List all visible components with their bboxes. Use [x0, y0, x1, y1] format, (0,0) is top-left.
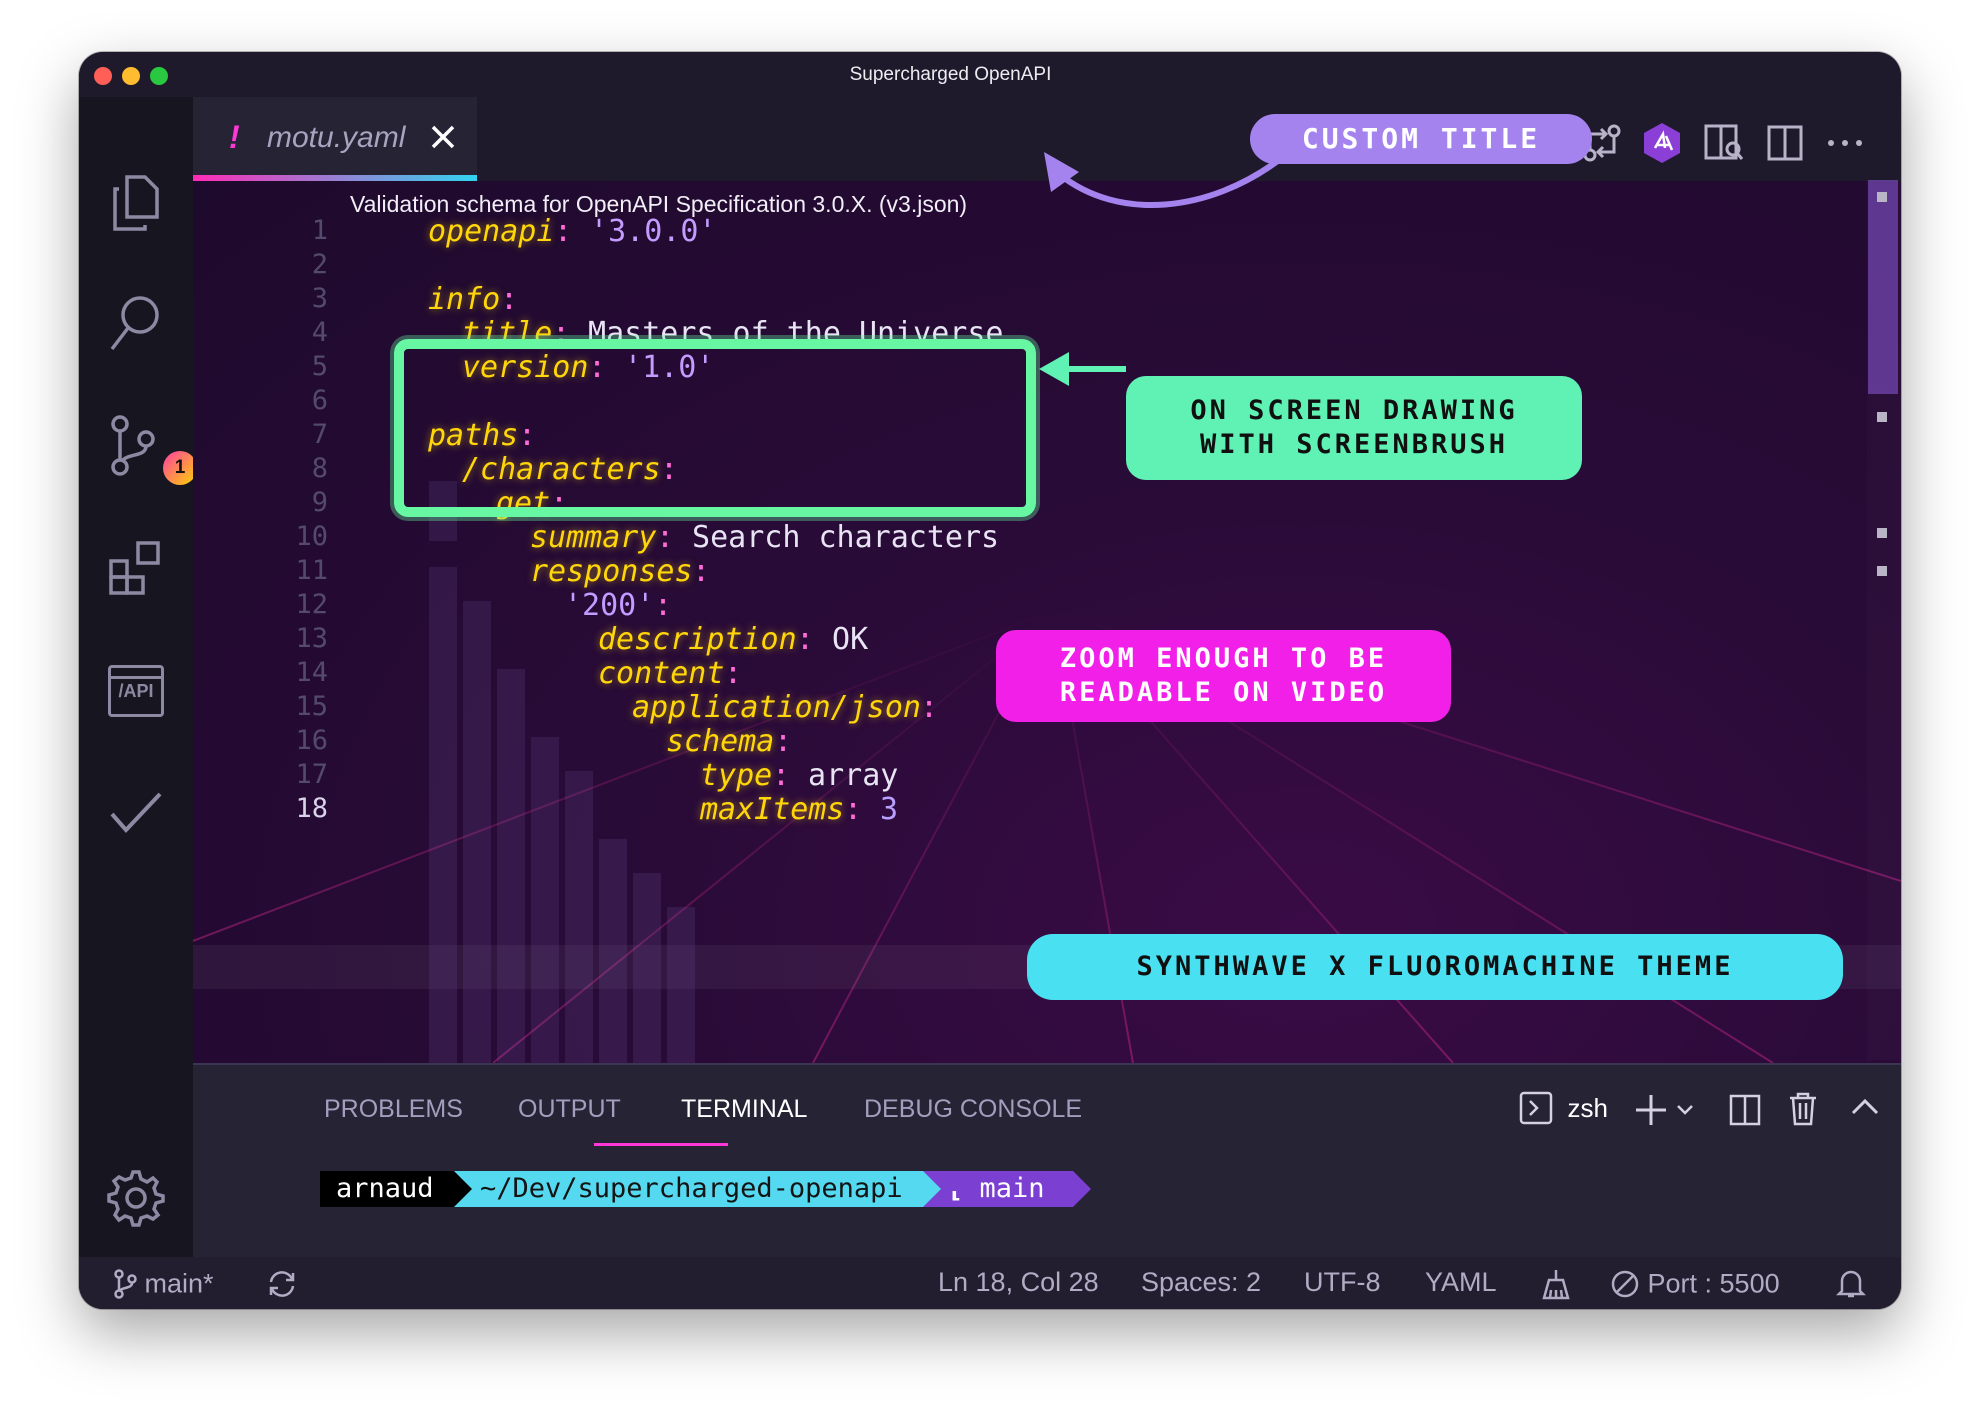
- status-port: Port : 5500: [1647, 1268, 1780, 1299]
- prompt-path: ~/Dev/supercharged-openapi: [480, 1173, 903, 1204]
- status-branch[interactable]: main*: [113, 1267, 214, 1299]
- plus-icon[interactable]: [1633, 1093, 1669, 1127]
- chevron-up-icon[interactable]: [1850, 1097, 1880, 1117]
- annotation-zoom-line1: ZOOM ENOUGH TO BE: [1059, 643, 1388, 674]
- prompt-end-arrow: [1073, 1171, 1091, 1207]
- tab-problems[interactable]: PROBLEMS: [324, 1095, 463, 1124]
- bell-icon[interactable]: [1836, 1267, 1866, 1299]
- git-branch-icon: [114, 1269, 137, 1299]
- prompt-branch: main: [979, 1173, 1045, 1204]
- gear-icon: [107, 1170, 165, 1227]
- annotation-custom-title: CUSTOM TITLE: [1250, 114, 1592, 164]
- arrow-to-title: [1056, 157, 1282, 209]
- annotation-zoom-line2: READABLE ON VIDEO: [1059, 677, 1388, 708]
- status-cursor-position[interactable]: Ln 18, Col 28: [938, 1267, 1099, 1298]
- tab-debug-console[interactable]: DEBUG CONSOLE: [864, 1095, 1082, 1124]
- tab-terminal-underline: [594, 1143, 728, 1146]
- no-entry-icon: [1611, 1270, 1639, 1298]
- terminal-icon: [1519, 1091, 1553, 1125]
- annotation-screen-drawing-line2: WITH SCREENBRUSH: [1199, 429, 1509, 460]
- tab-output[interactable]: OUTPUT: [518, 1095, 621, 1124]
- annotation-screen-drawing-line1: ON SCREEN DRAWING: [1190, 395, 1518, 426]
- annotation-screen-drawing: ON SCREEN DRAWING WITH SCREENBRUSH: [1126, 376, 1582, 480]
- terminal-shell-selector[interactable]: zsh: [1519, 1091, 1608, 1125]
- broom-icon[interactable]: [1541, 1268, 1571, 1300]
- annotation-theme: SYNTHWAVE X FLUOROMACHINE THEME: [1027, 934, 1843, 1000]
- tab-terminal[interactable]: TERMINAL: [681, 1095, 807, 1124]
- arrow-to-box-head: [1039, 352, 1069, 386]
- split-terminal-icon[interactable]: [1728, 1093, 1762, 1127]
- sync-icon[interactable]: [266, 1269, 298, 1299]
- vscode-window: Supercharged OpenAPI 1 /API ! motu.yaml …: [79, 52, 1901, 1309]
- status-indentation[interactable]: Spaces: 2: [1141, 1267, 1261, 1298]
- git-branch-icon: ⸤: [947, 1173, 964, 1204]
- terminal-shell-name: zsh: [1567, 1092, 1608, 1123]
- status-branch-name: main*: [144, 1268, 214, 1299]
- prompt-user: arnaud: [336, 1173, 434, 1204]
- prompt-separator: [454, 1171, 474, 1207]
- status-encoding[interactable]: UTF-8: [1304, 1267, 1381, 1298]
- status-bar: main* Ln 18, Col 28 Spaces: 2 UTF-8 YAML…: [79, 1257, 1901, 1309]
- status-language[interactable]: YAML: [1425, 1267, 1497, 1298]
- status-live-server[interactable]: Port : 5500: [1610, 1267, 1780, 1299]
- prompt-branch-segment: ⸤ main: [943, 1171, 1073, 1207]
- prompt-user-segment: arnaud: [320, 1171, 456, 1207]
- trash-icon[interactable]: [1787, 1091, 1819, 1127]
- chevron-down-icon[interactable]: [1675, 1103, 1695, 1117]
- prompt-separator: [923, 1171, 943, 1207]
- annotation-zoom: ZOOM ENOUGH TO BE READABLE ON VIDEO: [996, 630, 1451, 722]
- settings-button[interactable]: [105, 1167, 167, 1229]
